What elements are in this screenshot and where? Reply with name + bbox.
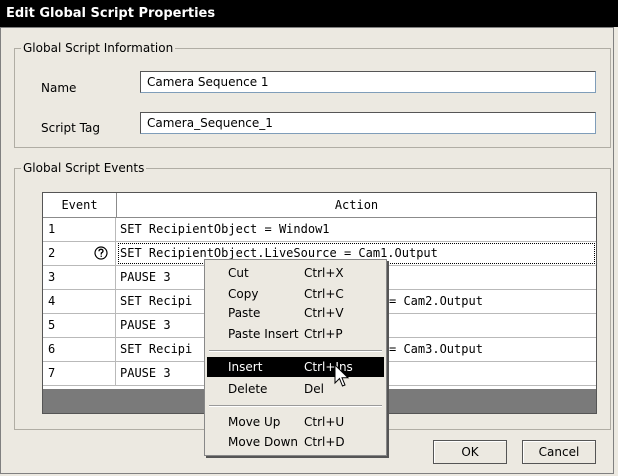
menu-item-paste-insert[interactable]: Paste Insert Ctrl+P xyxy=(207,324,384,344)
menu-item-paste[interactable]: Paste Ctrl+V xyxy=(207,303,384,323)
menu-item-label: Paste xyxy=(228,306,261,320)
event-cell: 4 xyxy=(43,290,116,313)
menu-item-insert[interactable]: Insert Ctrl+Ins xyxy=(207,357,384,377)
script-tag-label: Script Tag xyxy=(41,121,100,135)
menu-item-shortcut: Ctrl+P xyxy=(304,327,343,341)
script-tag-field[interactable]: Camera_Sequence_1 xyxy=(140,112,596,134)
menu-item-label: Paste Insert xyxy=(228,327,299,341)
action-text: SET Recipi xyxy=(120,294,193,308)
event-number: 2 xyxy=(48,246,56,260)
action-text-tail: = Cam3.Output xyxy=(389,342,483,356)
event-cell: 1 xyxy=(43,218,116,241)
event-cell: 5 xyxy=(43,314,116,337)
table-row[interactable]: 1 SET RecipientObject = Window1 xyxy=(43,218,596,242)
menu-item-label: Cut xyxy=(228,266,249,280)
script-information-legend: Global Script Information xyxy=(21,41,176,55)
menu-item-shortcut: Ctrl+X xyxy=(304,266,344,280)
menu-item-label: Move Down xyxy=(228,435,298,449)
menu-item-shortcut: Del xyxy=(304,382,324,396)
event-cell: 3 xyxy=(43,266,116,289)
name-label: Name xyxy=(41,81,77,95)
action-column-header[interactable]: Action xyxy=(117,193,596,217)
menu-separator xyxy=(209,405,382,407)
action-text: SET Recipi xyxy=(120,342,193,356)
menu-item-label: Delete xyxy=(228,382,268,396)
cancel-button[interactable]: Cancel xyxy=(522,440,596,464)
menu-item-move-up[interactable]: Move Up Ctrl+U xyxy=(207,412,384,432)
menu-item-delete[interactable]: Delete Del xyxy=(207,379,384,399)
ok-button[interactable]: OK xyxy=(433,440,507,464)
events-grid-header: Event Action xyxy=(43,193,596,218)
menu-item-label: Move Up xyxy=(228,415,281,429)
event-cell: 7 xyxy=(43,362,116,385)
dialog-title: Edit Global Script Properties xyxy=(0,0,618,27)
menu-item-shortcut: Ctrl+C xyxy=(304,287,344,301)
menu-item-copy[interactable]: Copy Ctrl+C xyxy=(207,284,384,304)
name-field[interactable]: Camera Sequence 1 xyxy=(140,71,596,93)
menu-item-label: Insert xyxy=(228,360,263,374)
menu-item-shortcut: Ctrl+U xyxy=(304,415,345,429)
menu-item-shortcut: Ctrl+D xyxy=(304,435,345,449)
script-events-legend: Global Script Events xyxy=(21,161,147,175)
event-column-header[interactable]: Event xyxy=(43,193,117,217)
menu-item-shortcut: Ctrl+V xyxy=(304,306,344,320)
help-question-icon xyxy=(94,246,108,260)
menu-item-move-down[interactable]: Move Down Ctrl+D xyxy=(207,432,384,452)
menu-item-label: Copy xyxy=(228,287,259,301)
event-cell: 6 xyxy=(43,338,116,361)
event-cell: 2 xyxy=(43,242,116,265)
menu-item-cut[interactable]: Cut Ctrl+X xyxy=(207,263,384,283)
context-menu: Cut Ctrl+X Copy Ctrl+C Paste Ctrl+V Past… xyxy=(204,259,387,456)
menu-separator xyxy=(209,350,382,352)
action-text-tail: = Cam2.Output xyxy=(389,294,483,308)
arrow-pointer-icon xyxy=(334,364,350,387)
action-cell[interactable]: SET RecipientObject = Window1 xyxy=(117,218,596,241)
